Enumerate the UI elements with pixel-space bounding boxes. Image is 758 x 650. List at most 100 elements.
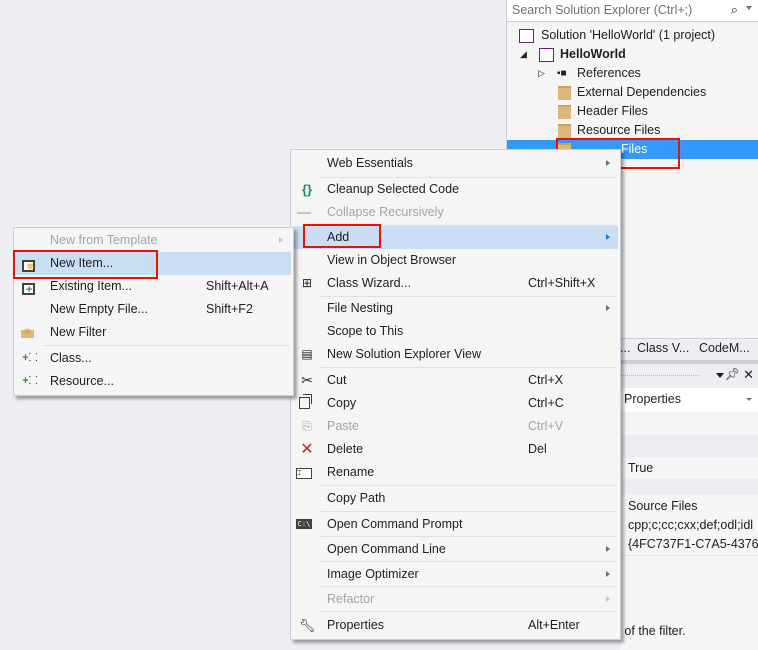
- menu-item-new-solution-explorer-view[interactable]: ▤ New Solution Explorer View: [293, 343, 618, 366]
- menu-separator: [321, 561, 616, 562]
- tree-item-label: Resource Files: [577, 123, 661, 137]
- search-icon[interactable]: ⌕: [731, 2, 738, 18]
- submenu-arrow-icon: [606, 305, 610, 311]
- add-class-icon: +⸬: [22, 352, 38, 364]
- solution-explorer-search[interactable]: Search Solution Explorer (Ctrl+;) ⌕: [507, 0, 758, 22]
- menu-item-add[interactable]: Add: [293, 226, 618, 249]
- menu-item-collapse-recursively[interactable]: Collapse Recursively: [293, 201, 618, 224]
- search-input[interactable]: Search Solution Explorer (Ctrl+;): [512, 3, 692, 17]
- properties-object-selector[interactable]: Properties: [620, 388, 758, 412]
- menu-item-label: New Filter: [50, 325, 107, 339]
- folder-icon: [558, 124, 571, 138]
- tree-item-label: HelloWorld: [560, 47, 626, 61]
- submenu-arrow-icon: [606, 546, 610, 552]
- menu-item-new-from-template[interactable]: New from Template: [16, 229, 291, 252]
- property-description: e of the filter.: [614, 624, 686, 638]
- menu-separator: [321, 367, 616, 368]
- menu-item-new-item[interactable]: ✵ New Item...: [16, 252, 291, 275]
- window-menu-dropdown-icon[interactable]: [716, 373, 724, 378]
- menu-item-image-optimizer[interactable]: Image Optimizer: [293, 563, 618, 586]
- menu-item-label: Rename: [327, 465, 375, 479]
- braces-icon: {}: [301, 182, 313, 197]
- new-filter-icon: ✵: [21, 327, 34, 338]
- menu-item-rename[interactable]: ⌶ Rename: [293, 461, 618, 484]
- menu-item-copy-path[interactable]: Copy Path: [293, 487, 618, 510]
- tab-class-view[interactable]: Class V...: [637, 341, 689, 355]
- tree-item-resource-files[interactable]: Resource Files: [507, 121, 758, 140]
- submenu-arrow-icon: [279, 237, 283, 243]
- menu-item-properties[interactable]: 🔧︎ Properties Alt+Enter: [293, 614, 618, 637]
- tree-item-label: References: [577, 66, 641, 80]
- menu-item-label: Class Wizard...: [327, 276, 412, 290]
- menu-item-class-wizard[interactable]: ⊞ Class Wizard... Ctrl+Shift+X: [293, 272, 618, 295]
- menu-separator: [321, 485, 616, 486]
- menu-item-class[interactable]: +⸬ Class...: [16, 347, 291, 370]
- menu-item-refactor[interactable]: Refactor: [293, 588, 618, 611]
- menu-item-label: Scope to This: [327, 324, 404, 338]
- menu-item-label: Image Optimizer: [327, 567, 419, 581]
- menu-item-shortcut: Shift+F2: [206, 302, 253, 316]
- search-options-caret-icon[interactable]: [746, 6, 752, 10]
- tree-item-external-dependencies[interactable]: External Dependencies: [507, 83, 758, 102]
- menu-item-new-empty-file[interactable]: New Empty File... Shift+F2: [16, 298, 291, 321]
- tree-item-project[interactable]: ◢ HelloWorld: [507, 45, 758, 64]
- scissors-icon: ✂︎: [301, 372, 313, 388]
- menu-item-label: Web Essentials: [327, 156, 413, 170]
- tool-window-tabs: ... Class V... CodeM...: [618, 338, 758, 359]
- pin-icon[interactable]: 📌︎: [725, 367, 740, 381]
- property-category-row: [620, 435, 758, 458]
- menu-item-existing-item[interactable]: + Existing Item... Shift+Alt+A: [16, 275, 291, 298]
- menu-item-label: File Nesting: [327, 301, 393, 315]
- folder-icon: [558, 105, 571, 119]
- menu-item-label: Copy: [327, 396, 357, 410]
- menu-item-shortcut: Alt+Enter: [528, 618, 580, 632]
- menu-item-view-in-object-browser[interactable]: View in Object Browser: [293, 249, 618, 272]
- menu-separator: [321, 611, 616, 612]
- property-row[interactable]: {4FC737F1-C7A5-4376: [620, 533, 758, 556]
- menu-item-open-command-prompt[interactable]: C:\ Open Command Prompt: [293, 513, 618, 536]
- tree-item-references[interactable]: ▷ ▪■ References: [507, 64, 758, 83]
- menu-item-scope-to-this[interactable]: Scope to This: [293, 320, 618, 343]
- tree-item-solution[interactable]: Solution 'HelloWorld' (1 project): [507, 26, 758, 45]
- tab-code-map[interactable]: CodeM...: [699, 341, 750, 355]
- drag-grip[interactable]: [620, 375, 700, 376]
- property-row[interactable]: True: [620, 457, 758, 480]
- menu-item-delete[interactable]: ✕ Delete Del: [293, 438, 618, 461]
- tab-overflow[interactable]: ...: [620, 341, 630, 355]
- menu-item-paste[interactable]: ⎘ Paste Ctrl+V: [293, 415, 618, 438]
- menu-item-cut[interactable]: ✂︎ Cut Ctrl+X: [293, 369, 618, 392]
- menu-item-new-filter[interactable]: ✵ New Filter: [16, 321, 291, 344]
- solution-icon: [519, 29, 534, 43]
- menu-item-file-nesting[interactable]: File Nesting: [293, 297, 618, 320]
- property-value: True: [628, 461, 654, 475]
- menu-item-cleanup-selected-code[interactable]: {} Cleanup Selected Code: [293, 178, 618, 201]
- close-icon[interactable]: ✕: [743, 367, 754, 383]
- folder-icon: [558, 86, 571, 100]
- menu-separator: [321, 511, 616, 512]
- menu-item-label: New Empty File...: [50, 302, 148, 316]
- context-menu: Web Essentials {} Cleanup Selected Code …: [290, 149, 621, 640]
- menu-item-web-essentials[interactable]: Web Essentials: [293, 152, 618, 175]
- menu-item-label: Open Command Line: [327, 542, 446, 556]
- menu-item-open-command-line[interactable]: Open Command Line: [293, 538, 618, 561]
- collapsed-triangle-icon[interactable]: ▷: [538, 64, 545, 83]
- menu-item-shortcut: Shift+Alt+A: [206, 279, 269, 293]
- class-wizard-icon: ⊞: [301, 276, 313, 290]
- menu-item-label: Copy Path: [327, 491, 386, 505]
- menu-item-resource[interactable]: +⸬ Resource...: [16, 370, 291, 393]
- submenu-arrow-icon: [606, 234, 610, 240]
- menu-item-label: Class...: [50, 351, 92, 365]
- tree-item-header-files[interactable]: Header Files: [507, 102, 758, 121]
- menu-item-copy[interactable]: Copy Ctrl+C: [293, 392, 618, 415]
- add-resource-icon: +⸬: [22, 375, 38, 387]
- tree-item-label: Header Files: [577, 104, 648, 118]
- copy-icon: [299, 394, 312, 409]
- menu-separator: [321, 536, 616, 537]
- project-icon: [539, 48, 554, 62]
- chevron-down-icon[interactable]: [746, 398, 752, 401]
- menu-item-shortcut: Ctrl+X: [528, 373, 564, 387]
- submenu-arrow-icon: [606, 596, 610, 602]
- menu-item-shortcut: Ctrl+Shift+X: [528, 276, 596, 290]
- menu-item-label: Delete: [327, 442, 364, 456]
- expanded-triangle-icon[interactable]: ◢: [520, 45, 527, 64]
